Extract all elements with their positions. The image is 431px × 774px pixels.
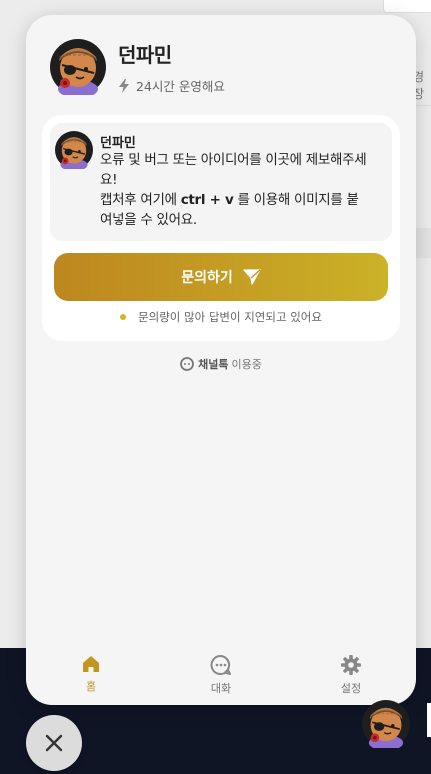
channel-avatar: [50, 39, 106, 95]
background-band: [416, 228, 431, 258]
greeting-text: 오류 및 버그 또는 아이디어를 이곳에 제보해주세요! 캡처후 여기에 ctr…: [100, 150, 370, 230]
delay-notice: 문의량이 많아 답변이 지연되고 있어요: [42, 309, 400, 325]
channeltalk-logo-icon: [180, 357, 195, 371]
operating-hours: 24시간 운영해요: [118, 76, 225, 95]
tab-settings[interactable]: 설정: [286, 637, 416, 705]
greeting-line-1: 오류 및 버그 또는 아이디어를 이곳에 제보해주세요!: [100, 152, 367, 188]
tab-home[interactable]: 홈: [26, 637, 156, 705]
chat-icon: [210, 654, 231, 675]
tab-bar: 홈 대화 설정: [26, 637, 416, 705]
operating-hours-text: 24시간 운영해요: [136, 79, 225, 94]
powered-by[interactable]: 채널톡 이용중: [26, 356, 416, 372]
home-icon: [83, 656, 99, 672]
powered-suffix: 이용중: [231, 358, 262, 371]
send-icon: [243, 269, 261, 285]
close-messenger-button[interactable]: [26, 715, 82, 771]
tab-settings-label: 설정: [340, 682, 362, 695]
messenger-window: 던파민 24시간 운영해요 던파민 오류 및 버그 또는 아이디어를 이곳에 제…: [26, 15, 416, 705]
home-card: 던파민 오류 및 버그 또는 아이디어를 이곳에 제보해주세요! 캡처후 여기에…: [42, 115, 400, 341]
launcher-avatar[interactable]: [362, 700, 410, 748]
ask-button-label: 문의하기: [181, 270, 233, 286]
messenger-header: 던파민 24시간 운영해요: [50, 39, 225, 95]
tab-chat[interactable]: 대화: [156, 637, 286, 705]
greeting-line-2: 캡처후 여기에 ctrl + v 를 이용해 이미지를 붙여넣을 수 있어요.: [100, 192, 359, 228]
shortcut-text: ctrl + v: [180, 192, 234, 208]
background-card: [383, 0, 431, 13]
channel-name: 던파민: [118, 43, 172, 67]
greeting-message: 던파민 오류 및 버그 또는 아이디어를 이곳에 제보해주세요! 캡처후 여기에…: [50, 123, 392, 241]
tab-chat-label: 대화: [210, 682, 232, 695]
gear-icon: [341, 655, 361, 675]
ask-button[interactable]: 문의하기: [54, 253, 388, 301]
lightning-icon: [119, 78, 129, 93]
background-element: [427, 703, 431, 737]
close-icon: [45, 734, 63, 752]
status-dot: [120, 314, 127, 320]
delay-notice-text: 문의량이 많아 답변이 지연되고 있어요: [138, 310, 322, 324]
sender-avatar: [55, 131, 93, 169]
tab-home-label: 홈: [85, 680, 97, 693]
sender-name: 던파민: [100, 136, 136, 151]
powered-brand: 채널톡: [198, 358, 229, 371]
